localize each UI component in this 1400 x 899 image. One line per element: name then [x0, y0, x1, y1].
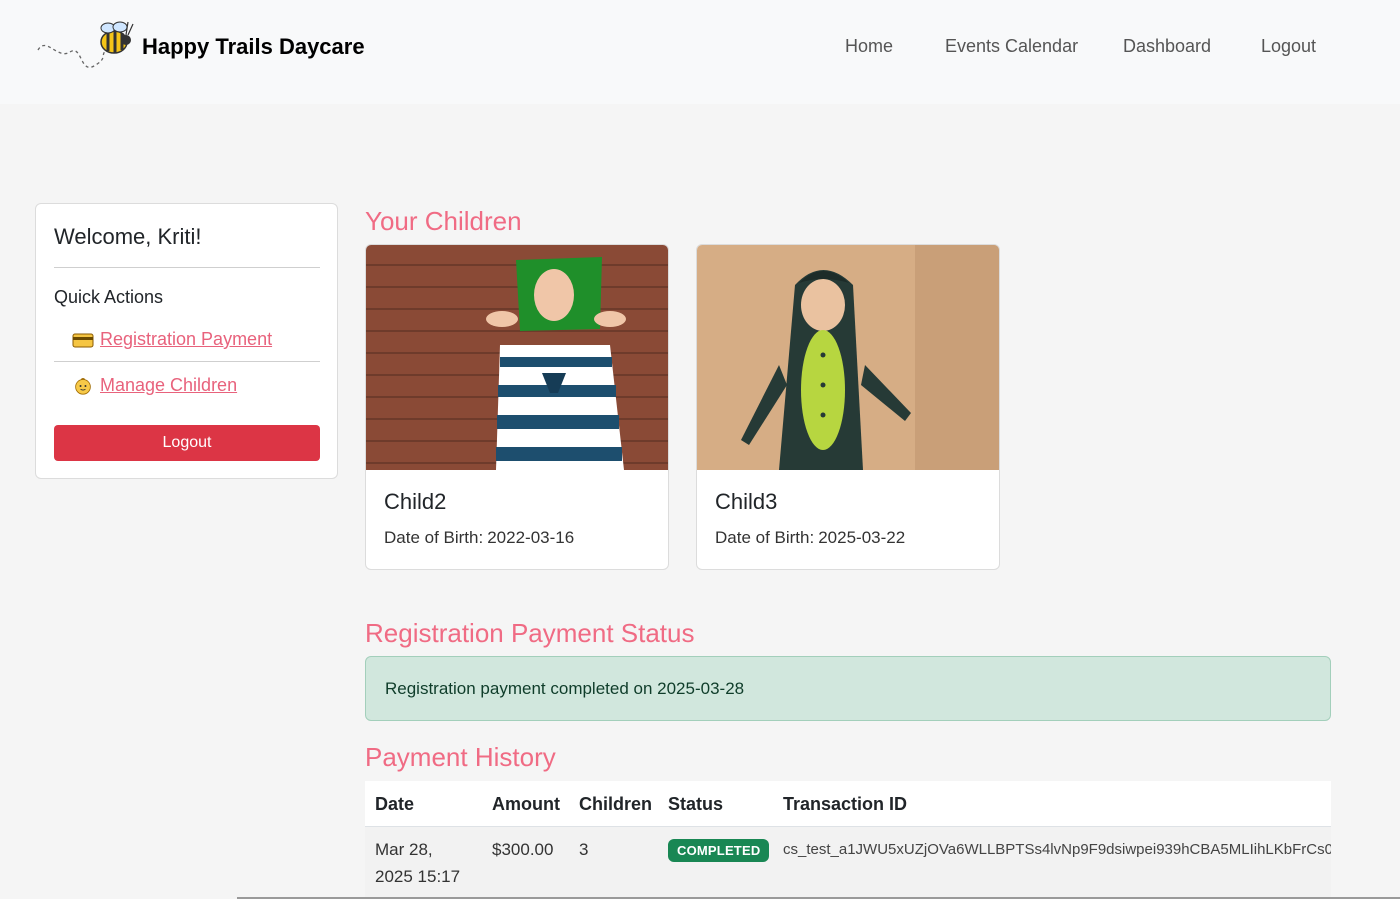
child-card[interactable]: Child2 Date of Birth: 2022-03-16 [365, 244, 669, 570]
divider [54, 267, 320, 268]
dob-value: 2022-03-16 [487, 528, 575, 547]
child-name: Child3 [715, 489, 778, 514]
cell-transaction-id: cs_test_a1JWU5xUZjOVa6WLLBPTSs4lvNp9F9ds… [783, 841, 1331, 858]
quick-actions-title: Quick Actions [54, 287, 164, 307]
table-row: Mar 28, 2025 15:17 $300.00 3 COMPLETED c… [365, 827, 1331, 899]
navbar: Happy Trails Daycare Home Events Calenda… [0, 0, 1400, 104]
column-header-status: Status [668, 794, 724, 814]
payment-history-title: Payment History [365, 742, 556, 772]
table-header: Date Amount Children Status Transaction … [365, 781, 1331, 827]
cell-date: Mar 28, 2025 15:17 [375, 840, 461, 886]
divider [54, 361, 320, 362]
dob-label: Date of Birth: [715, 528, 815, 547]
welcome-heading: Welcome, Kriti! [54, 224, 202, 249]
baby-icon [75, 377, 91, 395]
column-header-date: Date [375, 794, 415, 814]
cell-children: 3 [579, 840, 589, 859]
sidebar-card: Welcome, Kriti! Quick Actions Registrati… [35, 203, 338, 479]
nav-dashboard[interactable]: Dashboard [1123, 36, 1211, 57]
dob-value: 2025-03-22 [818, 528, 906, 547]
sidebar-logout-button[interactable]: Logout [54, 425, 320, 461]
child-card[interactable]: Child3 Date of Birth: 2025-03-22 [696, 244, 1000, 570]
manage-children-label[interactable]: Manage Children [100, 375, 237, 396]
credit-card-icon [72, 333, 94, 347]
column-header-amount: Amount [492, 794, 560, 814]
child-photo [697, 245, 999, 470]
nav-events-calendar[interactable]: Events Calendar [945, 36, 1078, 57]
nav-links: Home Events Calendar Dashboard Logout [0, 36, 1400, 60]
nav-home[interactable]: Home [845, 36, 893, 57]
cell-amount: $300.00 [492, 840, 554, 859]
payment-status-title: Registration Payment Status [365, 618, 695, 648]
payment-history-table: Date Amount Children Status Transaction … [365, 781, 1331, 899]
child-dob: Date of Birth: 2025-03-22 [715, 528, 905, 548]
manage-children-link[interactable]: Manage Children [72, 375, 237, 396]
payment-status-alert: Registration payment completed on 2025-0… [365, 656, 1331, 721]
status-badge: COMPLETED [668, 839, 770, 862]
child-dob: Date of Birth: 2022-03-16 [384, 528, 574, 548]
children-section-title: Your Children [365, 206, 522, 236]
dob-label: Date of Birth: [384, 528, 484, 547]
nav-logout[interactable]: Logout [1261, 36, 1316, 57]
child-name: Child2 [384, 489, 447, 514]
payment-status-message: Registration payment completed on 2025-0… [385, 679, 745, 698]
registration-payment-link[interactable]: Registration Payment [72, 329, 272, 350]
column-header-children: Children [579, 794, 653, 814]
child-photo [366, 245, 668, 470]
column-header-transaction-id: Transaction ID [783, 794, 908, 814]
registration-payment-label[interactable]: Registration Payment [100, 329, 272, 350]
